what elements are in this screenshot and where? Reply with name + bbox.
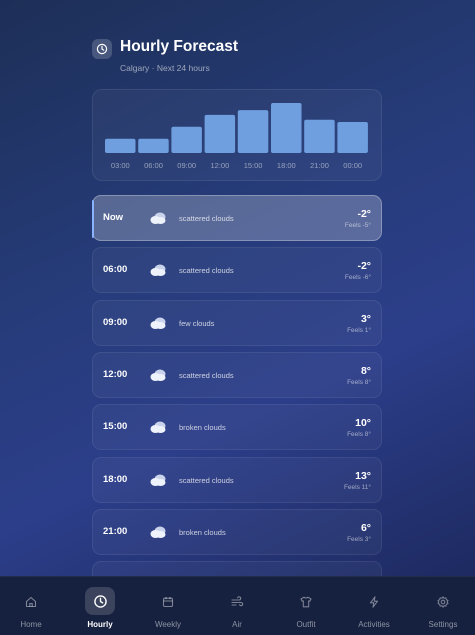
nav-item-hourly[interactable]: Hourly bbox=[70, 577, 130, 635]
forecast-row[interactable]: 21:00 broken clouds 6° Feels 3° bbox=[92, 508, 382, 555]
chart-bar bbox=[304, 119, 335, 153]
forecast-row[interactable]: 15:00 broken clouds 10° Feels 8° bbox=[92, 404, 382, 451]
forecast-time: 18:00 bbox=[103, 473, 128, 485]
forecast-temperature: -2° bbox=[357, 208, 371, 220]
nav-item-settings[interactable]: Settings bbox=[413, 577, 473, 635]
chart-tick-label: 15:00 bbox=[244, 161, 263, 170]
forecast-row[interactable]: Now scattered clouds -2° Feels -5° bbox=[92, 195, 382, 241]
chart-tick-label: 18:00 bbox=[277, 161, 296, 170]
nav-label: Hourly bbox=[87, 620, 113, 629]
chart-bar bbox=[237, 110, 269, 153]
nav-item-activities[interactable]: Activities bbox=[344, 577, 404, 635]
forecast-condition: few clouds bbox=[179, 318, 215, 328]
forecast-condition: scattered clouds bbox=[179, 266, 234, 276]
forecast-temperature: -2° bbox=[357, 260, 371, 273]
calendar-icon bbox=[153, 588, 183, 616]
forecast-row[interactable]: 09:00 few clouds 3° Feels 1° bbox=[92, 299, 382, 346]
nav-label: Activities bbox=[358, 620, 390, 629]
forecast-feels-like: Feels 3° bbox=[347, 535, 371, 543]
chart-bar bbox=[171, 126, 202, 153]
nav-label: Weekly bbox=[154, 620, 182, 629]
nav-item-weekly[interactable]: Weekly bbox=[138, 577, 198, 635]
forecast-time: 09:00 bbox=[103, 316, 128, 328]
forecast-temperature: 8° bbox=[360, 364, 371, 377]
nav-label: Home bbox=[20, 620, 42, 629]
forecast-temperature: 6° bbox=[360, 521, 371, 534]
chart-tick-label: 03:00 bbox=[111, 161, 130, 170]
forecast-row[interactable]: 12:00 scattered clouds 8° Feels 8° bbox=[92, 351, 382, 398]
nav-item-air[interactable]: Air bbox=[207, 577, 267, 635]
nav-item-home[interactable]: Home bbox=[1, 577, 61, 635]
forecast-time: 21:00 bbox=[103, 525, 128, 537]
shirt-icon bbox=[291, 588, 321, 616]
lightning-icon bbox=[359, 588, 389, 616]
temperature-bar-chart: 03:00 06:00 09:00 12:00 15:00 18:00 21:00 00:00 bbox=[105, 103, 368, 170]
clock-icon bbox=[85, 587, 115, 615]
gear-icon bbox=[428, 588, 458, 616]
chart-tick-label: 12:00 bbox=[211, 161, 230, 170]
forecast-temperature: 10° bbox=[355, 417, 371, 430]
clock-icon bbox=[92, 39, 112, 59]
forecast-time: 06:00 bbox=[103, 264, 128, 276]
forecast-feels-like: Feels -6° bbox=[344, 274, 371, 282]
forecast-condition: broken clouds bbox=[179, 423, 226, 433]
chart-tick-label: 06:00 bbox=[144, 161, 163, 170]
cloud-icon bbox=[149, 263, 167, 277]
cloud-icon bbox=[149, 420, 167, 434]
cloud-icon bbox=[149, 368, 167, 382]
chart-tick-label: 00:00 bbox=[343, 161, 362, 170]
temperature-chart-card: 03:00 06:00 09:00 12:00 15:00 18:00 21:00 00:00 bbox=[92, 89, 382, 181]
forecast-feels-like: Feels 1° bbox=[347, 326, 371, 334]
nav-label: Air bbox=[232, 620, 242, 629]
chart-bar bbox=[204, 114, 236, 153]
forecast-time: Now bbox=[103, 212, 124, 223]
chart-bar bbox=[105, 138, 136, 153]
wind-icon bbox=[222, 588, 252, 616]
forecast-temperature: 13° bbox=[355, 469, 371, 482]
forecast-condition: scattered clouds bbox=[179, 475, 234, 485]
forecast-condition: broken clouds bbox=[179, 527, 226, 537]
cloud-icon bbox=[149, 525, 167, 539]
forecast-feels-like: Feels 11° bbox=[343, 483, 371, 491]
forecast-condition: scattered clouds bbox=[179, 370, 234, 380]
nav-label: Settings bbox=[428, 620, 458, 629]
forecast-feels-like: Feels -5° bbox=[344, 222, 371, 229]
chart-tick-label: 21:00 bbox=[310, 161, 329, 170]
forecast-row[interactable]: 18:00 scattered clouds 13° Feels 11° bbox=[92, 456, 382, 503]
bottom-nav: Home Hourly Weekly Air Outfit Activities Setti… bbox=[0, 576, 475, 635]
cloud-icon bbox=[149, 316, 167, 330]
nav-item-outfit[interactable]: Outfit bbox=[276, 577, 336, 635]
chart-tick-label: 09:00 bbox=[177, 161, 196, 170]
cloud-icon bbox=[149, 211, 167, 225]
chart-bar bbox=[337, 122, 368, 153]
chart-bar bbox=[271, 103, 302, 153]
nav-label: Outfit bbox=[296, 620, 316, 629]
page-subtitle: Calgary · Next 24 hours bbox=[120, 63, 210, 73]
forecast-time: 15:00 bbox=[103, 421, 128, 433]
forecast-temperature: 3° bbox=[360, 312, 371, 325]
forecast-time: 12:00 bbox=[103, 368, 128, 380]
forecast-feels-like: Feels 8° bbox=[347, 378, 371, 386]
forecast-condition: scattered clouds bbox=[179, 214, 234, 223]
home-icon bbox=[16, 588, 46, 616]
page-title: Hourly Forecast bbox=[120, 38, 239, 55]
cloud-icon bbox=[149, 473, 167, 487]
chart-bar bbox=[138, 138, 169, 153]
forecast-feels-like: Feels 8° bbox=[347, 431, 371, 439]
forecast-row[interactable]: 06:00 scattered clouds -2° Feels -6° bbox=[92, 247, 382, 294]
